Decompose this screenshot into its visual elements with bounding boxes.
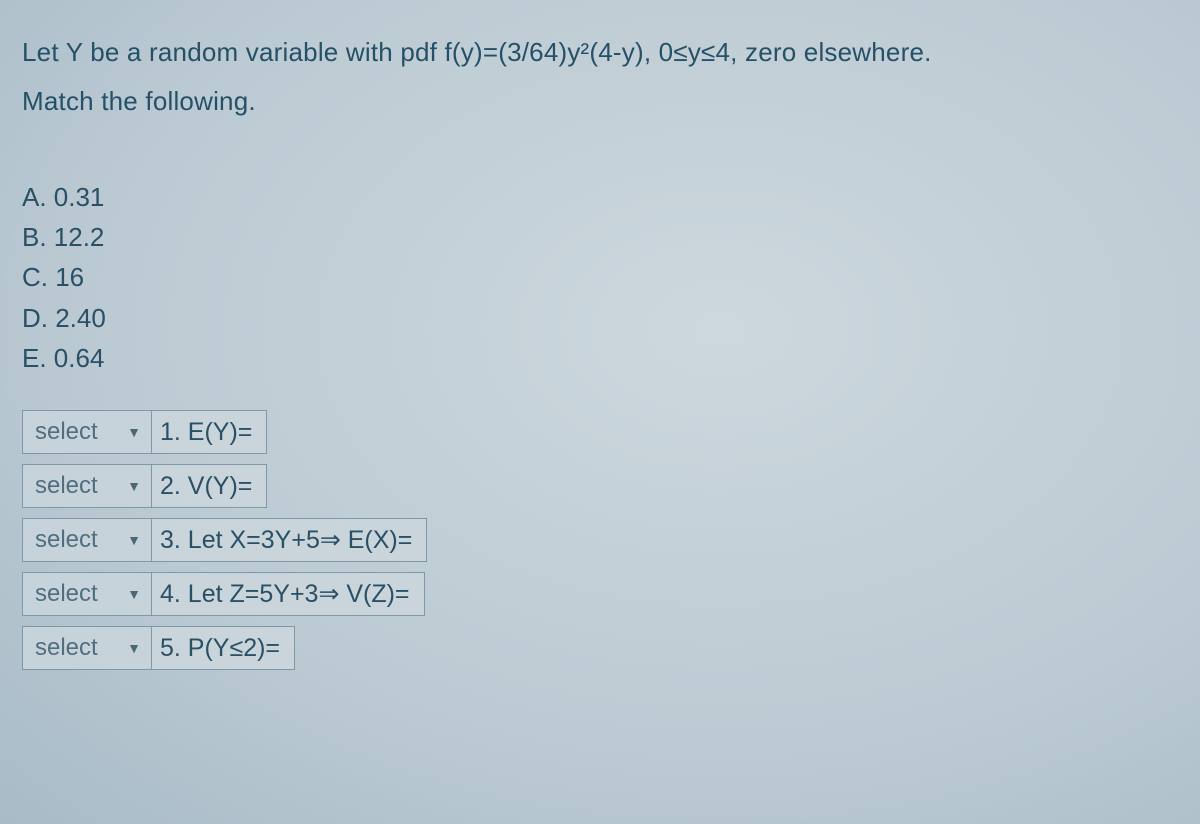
match-label-1: 1. E(Y)= <box>152 410 267 454</box>
select-value: select <box>35 418 98 446</box>
match-row-5: select ▼ 5. P(Y≤2)= <box>22 626 1178 670</box>
select-dropdown-5[interactable]: select ▼ <box>22 626 152 670</box>
matching-section: select ▼ 1. E(Y)= select ▼ 2. V(Y)= sele… <box>22 410 1178 670</box>
select-value: select <box>35 472 98 500</box>
option-c: C. 16 <box>22 257 1178 297</box>
chevron-down-icon: ▼ <box>127 640 141 656</box>
match-row-3: select ▼ 3. Let X=3Y+5⇒ E(X)= <box>22 518 1178 562</box>
chevron-down-icon: ▼ <box>127 532 141 548</box>
match-row-2: select ▼ 2. V(Y)= <box>22 464 1178 508</box>
match-label-5: 5. P(Y≤2)= <box>152 626 295 670</box>
option-b: B. 12.2 <box>22 217 1178 257</box>
select-dropdown-1[interactable]: select ▼ <box>22 410 152 454</box>
match-row-4: select ▼ 4. Let Z=5Y+3⇒ V(Z)= <box>22 572 1178 616</box>
select-value: select <box>35 526 98 554</box>
select-value: select <box>35 580 98 608</box>
select-dropdown-2[interactable]: select ▼ <box>22 464 152 508</box>
chevron-down-icon: ▼ <box>127 586 141 602</box>
option-e: E. 0.64 <box>22 338 1178 378</box>
prompt-line-1: Let Y be a random variable with pdf f(y)… <box>22 28 1178 77</box>
select-value: select <box>35 634 98 662</box>
option-d: D. 2.40 <box>22 298 1178 338</box>
match-label-3: 3. Let X=3Y+5⇒ E(X)= <box>152 518 427 562</box>
match-row-1: select ▼ 1. E(Y)= <box>22 410 1178 454</box>
prompt-line-2: Match the following. <box>22 77 1178 126</box>
match-label-2: 2. V(Y)= <box>152 464 267 508</box>
answer-options: A. 0.31 B. 12.2 C. 16 D. 2.40 E. 0.64 <box>22 177 1178 378</box>
option-a: A. 0.31 <box>22 177 1178 217</box>
select-dropdown-3[interactable]: select ▼ <box>22 518 152 562</box>
chevron-down-icon: ▼ <box>127 424 141 440</box>
match-label-4: 4. Let Z=5Y+3⇒ V(Z)= <box>152 572 425 616</box>
question-prompt: Let Y be a random variable with pdf f(y)… <box>22 28 1178 127</box>
chevron-down-icon: ▼ <box>127 478 141 494</box>
select-dropdown-4[interactable]: select ▼ <box>22 572 152 616</box>
